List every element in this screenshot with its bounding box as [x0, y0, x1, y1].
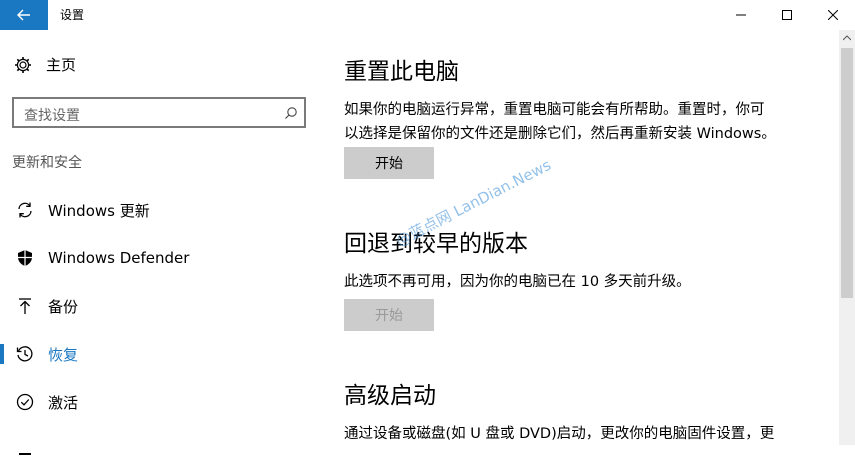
advanced-description: 通过设备或磁盘(如 U 盘或 DVD)启动，更改你的电脑固件设置，更 [344, 426, 775, 442]
advanced-title: 高级启动 [344, 383, 436, 409]
more-icon [15, 440, 35, 460]
title-bar: 设置 [0, 0, 855, 30]
sidebar-item-activation[interactable]: 激活 [0, 382, 320, 422]
close-icon [828, 10, 838, 20]
sync-icon [15, 200, 35, 220]
reset-description-line2: 以选择是保留你的文件还是删除它们，然后再重新安装 Windows。 [344, 126, 776, 142]
rollback-description: 此选项不再可用，因为你的电脑已在 10 多天前升级。 [344, 274, 691, 290]
home-link[interactable]: 主页 [14, 54, 76, 75]
home-label: 主页 [46, 56, 77, 74]
search-input[interactable]: 查找设置 [12, 97, 306, 128]
sidebar-item-windows-defender[interactable]: Windows Defender [0, 238, 320, 278]
reset-title: 重置此电脑 [344, 59, 459, 85]
scrollbar[interactable] [839, 30, 855, 445]
sidebar-item-label: Windows 更新 [48, 201, 150, 220]
sidebar-item-label: 激活 [48, 393, 79, 412]
active-indicator [0, 344, 4, 364]
sidebar-item-next[interactable] [0, 430, 320, 470]
sidebar: 主页 查找设置 更新和安全 Windows 更新 Windows Defende… [0, 30, 320, 455]
minimize-icon [736, 14, 746, 16]
rollback-start-button: 开始 [344, 299, 434, 331]
reset-start-button[interactable]: 开始 [344, 147, 434, 179]
backup-arrow-icon [15, 296, 35, 316]
history-icon [15, 344, 35, 364]
sidebar-item-label: 恢复 [48, 345, 79, 364]
back-arrow-icon [17, 9, 30, 21]
search-placeholder: 查找设置 [24, 108, 80, 124]
maximize-icon [782, 10, 792, 20]
reset-description-line1: 如果你的电脑运行异常，重置电脑可能会有所帮助。重置时，你可 [344, 102, 765, 118]
sidebar-item-label: Windows Defender [48, 249, 190, 267]
sidebar-item-label: 备份 [48, 297, 79, 316]
check-circle-icon [15, 392, 35, 412]
window-title: 设置 [60, 8, 85, 22]
close-button[interactable] [810, 0, 855, 30]
search-icon [285, 107, 297, 119]
gear-icon [15, 56, 31, 73]
minimize-button[interactable] [718, 0, 764, 30]
sidebar-item-windows-update[interactable]: Windows 更新 [0, 190, 320, 230]
chevron-up-icon [843, 35, 851, 41]
shield-icon [15, 248, 35, 268]
section-label: 更新和安全 [12, 155, 82, 171]
scroll-thumb[interactable] [841, 48, 853, 298]
back-button[interactable] [0, 0, 48, 30]
scroll-up-button[interactable] [839, 30, 855, 46]
sidebar-item-recovery[interactable]: 恢复 [0, 334, 320, 374]
sidebar-item-backup[interactable]: 备份 [0, 286, 320, 326]
maximize-button[interactable] [764, 0, 810, 30]
